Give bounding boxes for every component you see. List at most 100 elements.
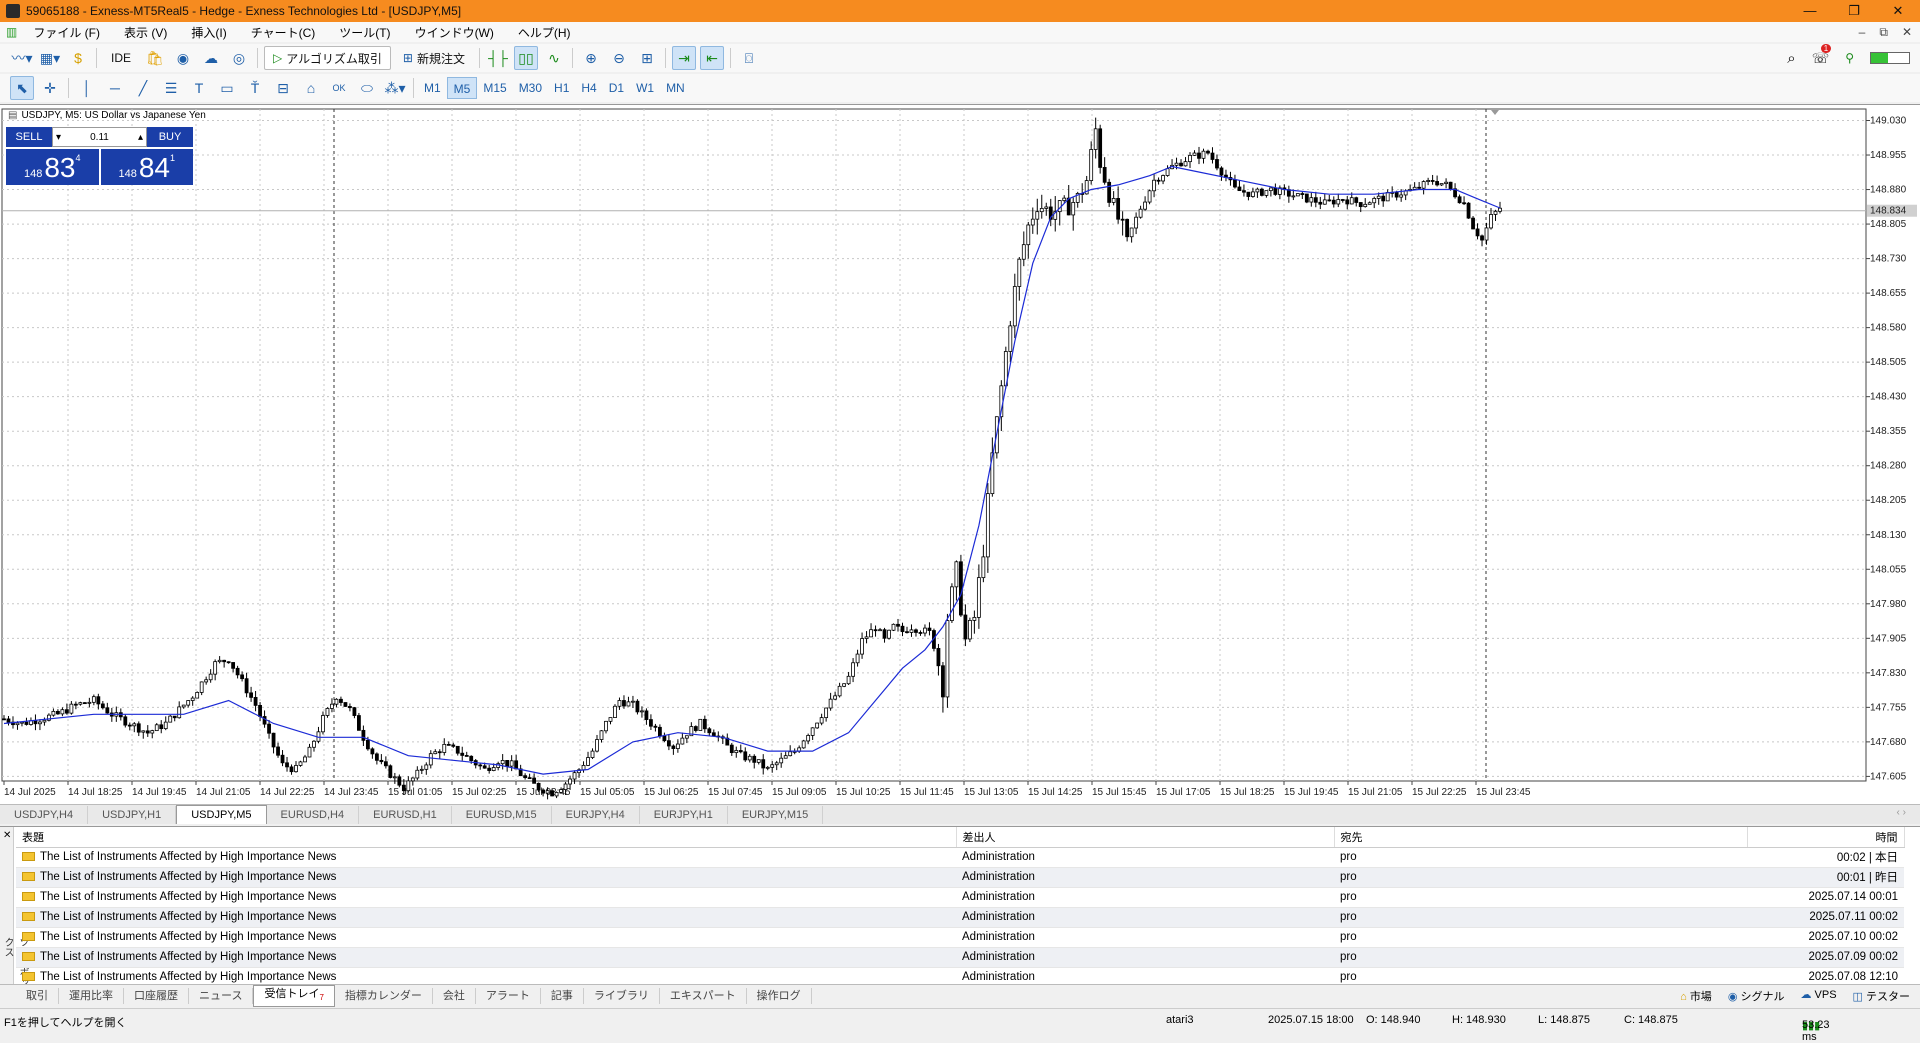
objects-icon[interactable]: ⁂▾ — [383, 76, 407, 100]
cloud-icon[interactable]: ☁ — [199, 46, 223, 70]
minimize-icon[interactable]: — — [1788, 0, 1832, 22]
vps-button[interactable]: ☁ VPS — [1800, 988, 1836, 1004]
signal-icon[interactable]: ◉ — [171, 46, 195, 70]
column-to[interactable]: 宛先 — [1334, 827, 1748, 848]
candlestick-icon[interactable]: ▯▯ — [513, 46, 538, 70]
buy-price[interactable]: 148 84 1 — [100, 149, 193, 185]
menu-tools[interactable]: ツール(T) — [327, 24, 402, 41]
tab-company[interactable]: 会社 — [433, 987, 476, 1004]
table-row[interactable]: The List of Instruments Affected by High… — [16, 847, 1904, 868]
horizontal-line-icon[interactable]: ─ — [103, 76, 127, 100]
sell-price[interactable]: 148 83 4 — [6, 149, 99, 185]
chart-tab[interactable]: EURJPY,H4 — [552, 806, 640, 824]
chart-tab[interactable]: EURUSD,H1 — [359, 806, 452, 824]
tab-exposure[interactable]: 運用比率 — [59, 987, 124, 1004]
connection-icon[interactable]: ⚲ — [1845, 51, 1854, 65]
tab-articles[interactable]: 記事 — [541, 987, 584, 1004]
column-time[interactable]: 時間 — [1747, 827, 1905, 848]
tile-windows-icon[interactable]: ⊞ — [635, 46, 659, 70]
timeframe-m30[interactable]: M30 — [513, 77, 548, 99]
volume-up-icon[interactable]: ▴ — [138, 132, 143, 143]
menu-insert[interactable]: 挿入(I) — [179, 24, 238, 41]
shapes-icon[interactable]: ⊟ — [271, 76, 295, 100]
templates-icon[interactable]: ▦▾ — [38, 46, 62, 70]
chart-tab[interactable]: USDJPY,H4 — [0, 806, 89, 824]
zoom-in-icon[interactable]: ⊕ — [579, 46, 603, 70]
timeframe-d1[interactable]: D1 — [603, 77, 630, 99]
timeframe-h4[interactable]: H4 — [575, 77, 602, 99]
timeframe-h1[interactable]: H1 — [548, 77, 575, 99]
column-subject[interactable]: 表題 — [16, 827, 957, 848]
sell-button[interactable]: SELL — [6, 127, 52, 147]
menu-file[interactable]: ファイル (F) — [21, 24, 112, 41]
ellipse-icon[interactable]: ⬭ — [355, 76, 379, 100]
table-row[interactable]: The List of Instruments Affected by High… — [16, 887, 1904, 908]
menu-window[interactable]: ウインドウ(W) — [403, 24, 506, 41]
tab-alerts[interactable]: アラート — [476, 987, 541, 1004]
ok-label-icon[interactable]: OK — [327, 76, 351, 100]
search-icon[interactable]: ⌕ — [1787, 50, 1795, 67]
auto-scroll-icon[interactable]: ⇥ — [671, 46, 696, 70]
chart-window[interactable]: 149.030 148.955 148.880 148.805 148.730 148.6… — [0, 104, 1920, 804]
menu-help[interactable]: ヘルプ(H) — [506, 24, 583, 41]
table-row[interactable]: The List of Instruments Affected by High… — [16, 867, 1904, 888]
chart-tab[interactable]: EURUSD,M15 — [452, 806, 552, 824]
timeframe-m1[interactable]: M1 — [418, 77, 447, 99]
zoom-out-icon[interactable]: ⊖ — [607, 46, 631, 70]
tab-journal[interactable]: 操作ログ — [747, 987, 812, 1004]
restore-icon[interactable]: ❐ — [1832, 0, 1876, 22]
buy-button[interactable]: BUY — [147, 127, 193, 147]
cursor-icon[interactable]: ⬉ — [10, 76, 34, 100]
screenshot-icon[interactable]: ⌼ — [737, 46, 761, 70]
ide-button[interactable]: IDE — [103, 46, 139, 70]
trendline-icon[interactable]: ╱ — [131, 76, 155, 100]
table-row[interactable]: The List of Instruments Affected by High… — [16, 947, 1904, 968]
price-chart[interactable]: 149.030 148.955 148.880 148.805 148.730 148.6… — [0, 105, 1920, 805]
channel-icon[interactable]: ☰ — [159, 76, 183, 100]
timeframe-m15[interactable]: M15 — [477, 77, 512, 99]
tab-scroll-icon[interactable]: ‹ › — [1897, 807, 1906, 818]
bag-icon[interactable]: 🛍 — [143, 46, 167, 70]
algo-trading-button[interactable]: ▷ アルゴリズム取引 — [264, 46, 391, 70]
globe-icon[interactable]: ◎ — [227, 46, 251, 70]
indicator-icon[interactable]: ⌂ — [299, 76, 323, 100]
status-profile[interactable]: atari3 — [1166, 1014, 1194, 1026]
crosshair-icon[interactable]: ✛ — [38, 76, 62, 100]
market-button[interactable]: ⌂ 市場 — [1680, 988, 1712, 1004]
dollar-icon[interactable]: $ — [66, 46, 90, 70]
chart-tab[interactable]: USDJPY,H1 — [88, 806, 177, 824]
tab-trade[interactable]: 取引 — [16, 987, 59, 1004]
text-icon[interactable]: T — [187, 76, 211, 100]
volume-field[interactable]: ▾ 0.11 ▴ — [52, 127, 147, 147]
tab-news[interactable]: ニュース — [189, 987, 254, 1004]
toolbox-close-icon[interactable]: ✕ — [3, 830, 11, 841]
tab-library[interactable]: ライブラリ — [584, 987, 660, 1004]
menu-chart[interactable]: チャート(C) — [239, 24, 328, 41]
chart-tab[interactable]: EURJPY,H1 — [640, 806, 728, 824]
vertical-line-icon[interactable]: │ — [75, 76, 99, 100]
chart-tab[interactable]: EURJPY,M15 — [728, 806, 824, 824]
text-label-icon[interactable]: Ť — [243, 76, 267, 100]
mdi-close-icon[interactable]: ✕ — [1902, 25, 1912, 40]
volume-down-icon[interactable]: ▾ — [56, 132, 61, 143]
tab-inbox[interactable]: 受信トレイ7 — [253, 984, 335, 1007]
column-from[interactable]: 差出人 — [956, 827, 1335, 848]
rectangle-icon[interactable]: ▭ — [215, 76, 239, 100]
tab-calendar[interactable]: 指標カレンダー — [335, 987, 433, 1004]
timeframe-m5[interactable]: M5 — [446, 77, 478, 99]
tab-history[interactable]: 口座履歴 — [124, 987, 189, 1004]
close-icon[interactable]: ✕ — [1876, 0, 1920, 22]
tab-experts[interactable]: エキスパート — [660, 987, 747, 1004]
chart-shift-icon[interactable]: ⇤ — [699, 46, 724, 70]
chart-tab[interactable]: EURUSD,H4 — [267, 806, 360, 824]
notifications-icon[interactable]: ☏ 1 — [1812, 43, 1832, 67]
chart-tab-active[interactable]: USDJPY,M5 — [176, 805, 267, 824]
chart-type-icon[interactable]: 〰▾ — [10, 46, 34, 70]
menu-view[interactable]: 表示 (V) — [112, 24, 179, 41]
mdi-restore-icon[interactable]: ⧉ — [1879, 25, 1888, 40]
mdi-minimize-icon[interactable]: – — [1859, 25, 1866, 40]
timeframe-w1[interactable]: W1 — [630, 77, 660, 99]
timeframe-mn[interactable]: MN — [660, 77, 691, 99]
table-row[interactable]: The List of Instruments Affected by High… — [16, 927, 1904, 948]
signals-button[interactable]: ◉ シグナル — [1728, 988, 1785, 1004]
